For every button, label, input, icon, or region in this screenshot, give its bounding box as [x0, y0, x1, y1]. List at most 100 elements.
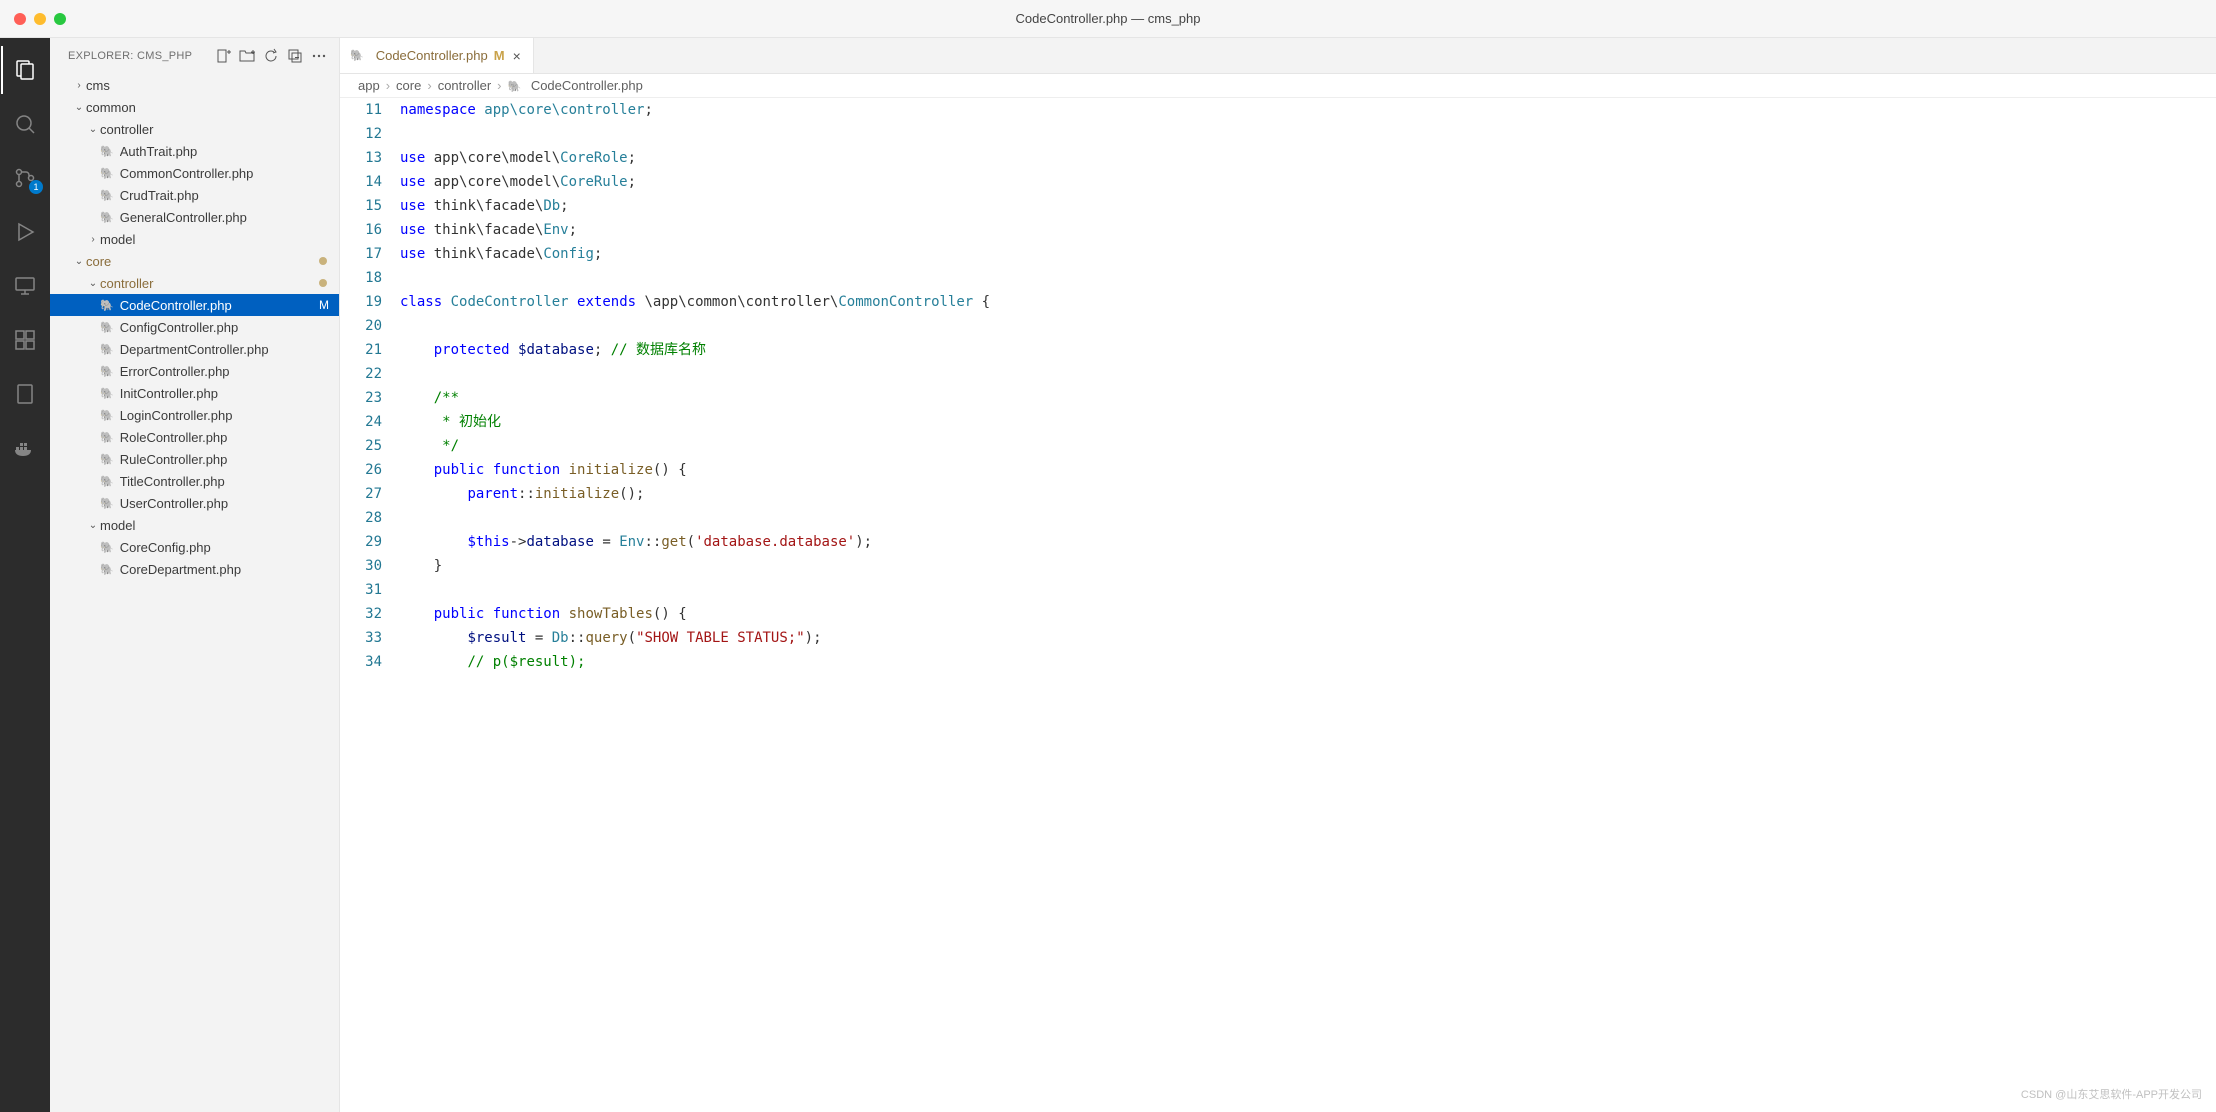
code-line[interactable]: class CodeController extends \app\common… — [400, 290, 2216, 314]
collapse-all-icon[interactable] — [287, 48, 303, 64]
code-line[interactable]: $this->database = Env::get('database.dat… — [400, 530, 2216, 554]
php-icon: 🐘 — [508, 81, 522, 93]
code-line[interactable]: parent::initialize(); — [400, 482, 2216, 506]
code-line[interactable] — [400, 314, 2216, 338]
line-number: 16 — [340, 218, 382, 242]
close-window-button[interactable] — [14, 13, 26, 25]
tree-item-label: CodeController.php — [120, 298, 319, 313]
editor-tabs: 🐘 CodeController.php M × — [340, 38, 2216, 74]
folder-item[interactable]: ⌄core — [50, 250, 339, 272]
tree-item-label: GeneralController.php — [120, 210, 339, 225]
breadcrumb-segment[interactable]: controller — [438, 78, 491, 93]
file-item[interactable]: 🐘LoginController.php — [50, 404, 339, 426]
chevron-down-icon: ⌄ — [86, 124, 100, 135]
refresh-icon[interactable] — [263, 48, 279, 64]
php-icon: 🐘 — [350, 49, 364, 62]
code-line[interactable]: use think\facade\Env; — [400, 218, 2216, 242]
code-line[interactable]: use app\core\model\CoreRule; — [400, 170, 2216, 194]
code-line[interactable]: } — [400, 554, 2216, 578]
search-icon[interactable] — [1, 100, 49, 148]
file-item[interactable]: 🐘InitController.php — [50, 382, 339, 404]
file-item[interactable]: 🐘CoreConfig.php — [50, 536, 339, 558]
code-line[interactable] — [400, 362, 2216, 386]
file-item[interactable]: 🐘AuthTrait.php — [50, 140, 339, 162]
folder-item[interactable]: ⌄controller — [50, 118, 339, 140]
maximize-window-button[interactable] — [54, 13, 66, 25]
tab-codecontroller[interactable]: 🐘 CodeController.php M × — [340, 38, 534, 73]
tab-modified-flag: M — [494, 48, 505, 63]
file-item[interactable]: 🐘CoreDepartment.php — [50, 558, 339, 580]
breadcrumb-segment[interactable]: 🐘 CodeController.php — [508, 78, 643, 93]
tree-item-label: model — [100, 232, 339, 247]
php-icon: 🐘 — [100, 167, 114, 180]
more-icon[interactable] — [311, 48, 327, 64]
tree-item-label: core — [86, 254, 319, 269]
code-line[interactable]: use app\core\model\CoreRole; — [400, 146, 2216, 170]
folder-item[interactable]: ›model — [50, 228, 339, 250]
code-line[interactable]: use think\facade\Config; — [400, 242, 2216, 266]
line-number: 29 — [340, 530, 382, 554]
code-line[interactable]: use think\facade\Db; — [400, 194, 2216, 218]
code-line[interactable]: $result = Db::query("SHOW TABLE STATUS;"… — [400, 626, 2216, 650]
code-line[interactable] — [400, 578, 2216, 602]
file-item[interactable]: 🐘ConfigController.php — [50, 316, 339, 338]
modified-dot — [319, 257, 327, 265]
folder-item[interactable]: ⌄controller — [50, 272, 339, 294]
code-line[interactable]: // p($result); — [400, 650, 2216, 674]
file-item[interactable]: 🐘RoleController.php — [50, 426, 339, 448]
todo-icon[interactable] — [1, 370, 49, 418]
code-line[interactable] — [400, 122, 2216, 146]
code-line[interactable]: * 初始化 — [400, 410, 2216, 434]
file-item[interactable]: 🐘TitleController.php — [50, 470, 339, 492]
folder-item[interactable]: ›cms — [50, 74, 339, 96]
source-control-icon[interactable]: 1 — [1, 154, 49, 202]
folder-item[interactable]: ⌄common — [50, 96, 339, 118]
code-line[interactable] — [400, 506, 2216, 530]
php-icon: 🐘 — [100, 475, 114, 488]
remote-explorer-icon[interactable] — [1, 262, 49, 310]
code-line[interactable]: namespace app\core\controller; — [400, 98, 2216, 122]
file-item[interactable]: 🐘DepartmentController.php — [50, 338, 339, 360]
file-item[interactable]: 🐘RuleController.php — [50, 448, 339, 470]
code-editor[interactable]: 1112131415161718192021222324252627282930… — [340, 98, 2216, 1112]
file-item[interactable]: 🐘CommonController.php — [50, 162, 339, 184]
minimize-window-button[interactable] — [34, 13, 46, 25]
file-item[interactable]: 🐘CrudTrait.php — [50, 184, 339, 206]
chevron-down-icon: ⌄ — [86, 520, 100, 531]
chevron-right-icon: › — [72, 80, 86, 91]
window-title: CodeController.php — cms_php — [1016, 11, 1201, 26]
line-number: 14 — [340, 170, 382, 194]
run-debug-icon[interactable] — [1, 208, 49, 256]
file-item[interactable]: 🐘UserController.php — [50, 492, 339, 514]
code-line[interactable]: protected $database; // 数据库名称 — [400, 338, 2216, 362]
code-line[interactable]: /** — [400, 386, 2216, 410]
file-item[interactable]: 🐘ErrorController.php — [50, 360, 339, 382]
tree-item-label: CoreConfig.php — [120, 540, 339, 555]
php-icon: 🐘 — [100, 409, 114, 422]
chevron-right-icon: › — [86, 234, 100, 245]
folder-item[interactable]: ⌄model — [50, 514, 339, 536]
extensions-icon[interactable] — [1, 316, 49, 364]
line-number: 17 — [340, 242, 382, 266]
file-item[interactable]: 🐘GeneralController.php — [50, 206, 339, 228]
modified-flag: M — [319, 298, 329, 312]
modified-dot — [319, 279, 327, 287]
code-line[interactable]: */ — [400, 434, 2216, 458]
breadcrumb-segment[interactable]: core — [396, 78, 421, 93]
code-line[interactable] — [400, 266, 2216, 290]
docker-icon[interactable] — [1, 424, 49, 472]
code-content[interactable]: namespace app\core\controller; use app\co… — [400, 98, 2216, 1112]
file-tree[interactable]: ›cms⌄common⌄controller🐘AuthTrait.php🐘Com… — [50, 74, 339, 1112]
breadcrumb-segment[interactable]: app — [358, 78, 380, 93]
chevron-down-icon: ⌄ — [72, 102, 86, 113]
code-line[interactable]: public function showTables() { — [400, 602, 2216, 626]
php-icon: 🐘 — [100, 145, 114, 158]
breadcrumbs[interactable]: app› core› controller›🐘 CodeController.p… — [340, 74, 2216, 98]
tab-close-icon[interactable]: × — [511, 48, 523, 64]
file-item[interactable]: 🐘CodeController.phpM — [50, 294, 339, 316]
new-file-icon[interactable] — [215, 48, 231, 64]
explorer-icon[interactable] — [1, 46, 49, 94]
code-line[interactable]: public function initialize() { — [400, 458, 2216, 482]
tree-item-label: CoreDepartment.php — [120, 562, 339, 577]
new-folder-icon[interactable] — [239, 48, 255, 64]
